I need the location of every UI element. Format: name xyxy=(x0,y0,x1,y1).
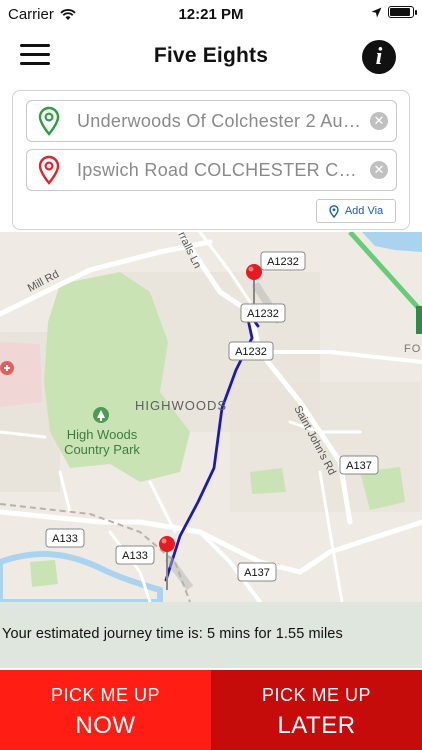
edge-label-fo: FO xyxy=(404,343,421,355)
battery-fill xyxy=(390,8,410,16)
dropoff-address-text: Ipswich Road COLCHESTER CO… xyxy=(77,159,362,180)
later-button-line2: LATER xyxy=(277,712,356,739)
pick-me-up-now-button[interactable]: PICK ME UP NOW xyxy=(0,670,211,750)
pickup-pin-icon xyxy=(38,106,60,136)
page-title: Five Eights xyxy=(153,44,269,67)
journey-estimate: Your estimated journey time is: 5 mins f… xyxy=(0,602,422,668)
add-via-button[interactable]: Add Via xyxy=(316,199,396,223)
route-map[interactable]: A1232 A1232 A1232 A137 A133 A133 A137 Mi… xyxy=(0,232,422,602)
app-header: Five Eights i xyxy=(0,30,422,84)
road-label-a133-2: A133 xyxy=(122,550,148,562)
status-bar: Carrier 12:21 PM xyxy=(0,0,422,30)
status-time: 12:21 PM xyxy=(178,6,244,23)
now-button-line2: NOW xyxy=(75,712,136,739)
via-pin-icon xyxy=(329,204,339,218)
dropoff-pin-icon xyxy=(38,155,60,185)
road-label-a1232-1: A1232 xyxy=(267,256,299,268)
road-label-a1232-3: A1232 xyxy=(235,346,267,358)
location-arrow-icon xyxy=(371,7,382,17)
status-right xyxy=(371,6,417,18)
park-label-line2: Country Park xyxy=(64,442,140,457)
clear-dropoff-button[interactable]: ✕ xyxy=(370,161,388,179)
area-label-highwoods: HIGHWOODS xyxy=(135,398,227,413)
road-label-a137-1: A137 xyxy=(346,460,372,472)
info-button[interactable]: i xyxy=(362,40,396,74)
road-label-a137-2: A137 xyxy=(244,567,270,579)
battery-icon xyxy=(388,6,417,18)
road-label-a1232-2: A1232 xyxy=(247,308,279,320)
dropoff-field[interactable]: Ipswich Road COLCHESTER CO… ✕ xyxy=(26,149,397,191)
later-button-line1: PICK ME UP xyxy=(261,685,372,705)
pickup-address-text: Underwoods Of Colchester 2 Au… xyxy=(77,110,362,131)
map-canvas: A1232 A1232 A1232 A137 A133 A133 A137 Mi… xyxy=(0,232,422,602)
road-label-a133-1: A133 xyxy=(52,533,78,545)
add-via-label: Add Via xyxy=(344,205,384,217)
address-panel: Underwoods Of Colchester 2 Au… ✕ Ipswich… xyxy=(12,90,410,230)
now-button-line1: PICK ME UP xyxy=(50,685,161,705)
pick-me-up-later-button[interactable]: PICK ME UP LATER xyxy=(211,670,422,750)
pickup-field[interactable]: Underwoods Of Colchester 2 Au… ✕ xyxy=(26,100,397,142)
park-label-line1: High Woods xyxy=(67,427,138,442)
clear-pickup-button[interactable]: ✕ xyxy=(370,112,388,130)
